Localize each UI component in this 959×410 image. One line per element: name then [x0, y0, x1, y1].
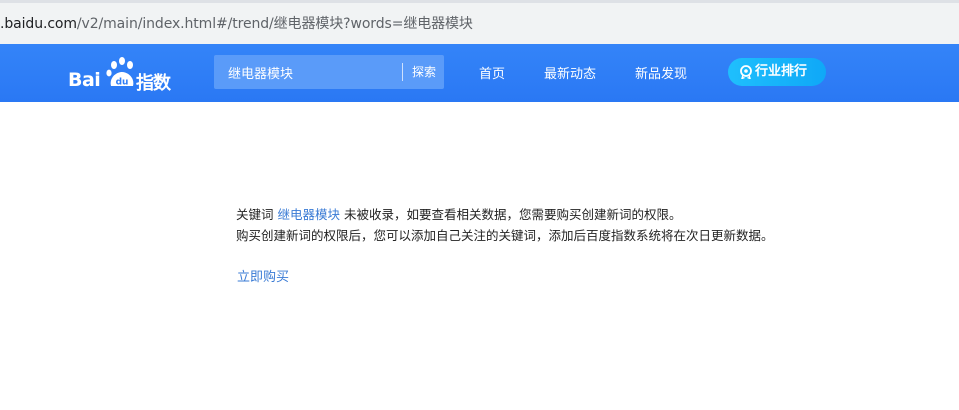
industry-ranking-button[interactable]: 行业排行	[728, 58, 826, 86]
not-indexed-message: 关键词 继电器模块 未被收录，如要查看相关数据，您需要购买创建新词的权限。 购买…	[236, 204, 856, 246]
baidu-index-logo[interactable]: Bai du 指数	[66, 54, 174, 94]
buy-now-link[interactable]: 立即购买	[237, 266, 289, 285]
keyword-highlight: 继电器模块	[277, 207, 340, 222]
paw-du-text: du	[116, 78, 129, 88]
paw-icon: du	[106, 57, 134, 88]
message-line-2: 购买创建新词的权限后，您可以添加自己关注的关键词，添加后百度指数系统将在次日更新…	[236, 228, 774, 243]
explore-button[interactable]: 探索	[404, 55, 444, 89]
browser-address-bar: .baidu.com/v2/main/index.html#/trend/继电器…	[0, 0, 959, 47]
logo-text-zhishu: 指数	[136, 73, 171, 94]
url-host: .baidu.com	[0, 16, 77, 32]
search-box: 探索	[214, 55, 444, 89]
logo-text-bai: Bai	[68, 69, 101, 91]
nav-latest-news[interactable]: 最新动态	[544, 63, 596, 82]
search-input[interactable]	[214, 55, 400, 89]
rank-badge-icon	[740, 65, 752, 79]
keyword-suffix: 未被收录，如要查看相关数据，您需要购买创建新词的权限。	[340, 207, 682, 222]
nav-new-products[interactable]: 新品发现	[635, 63, 687, 82]
url-field[interactable]: .baidu.com/v2/main/index.html#/trend/继电器…	[0, 6, 955, 40]
url-path: /v2/main/index.html#/trend/继电器模块?words=继…	[76, 16, 473, 32]
search-divider	[402, 63, 403, 81]
site-header: Bai du 指数 探索 首页 最新动态 新品发现 行业排行	[0, 44, 959, 102]
keyword-prefix: 关键词	[236, 207, 278, 222]
nav-home[interactable]: 首页	[479, 63, 505, 82]
message-line-1: 关键词 继电器模块 未被收录，如要查看相关数据，您需要购买创建新词的权限。	[236, 204, 856, 225]
industry-ranking-label: 行业排行	[755, 64, 808, 79]
